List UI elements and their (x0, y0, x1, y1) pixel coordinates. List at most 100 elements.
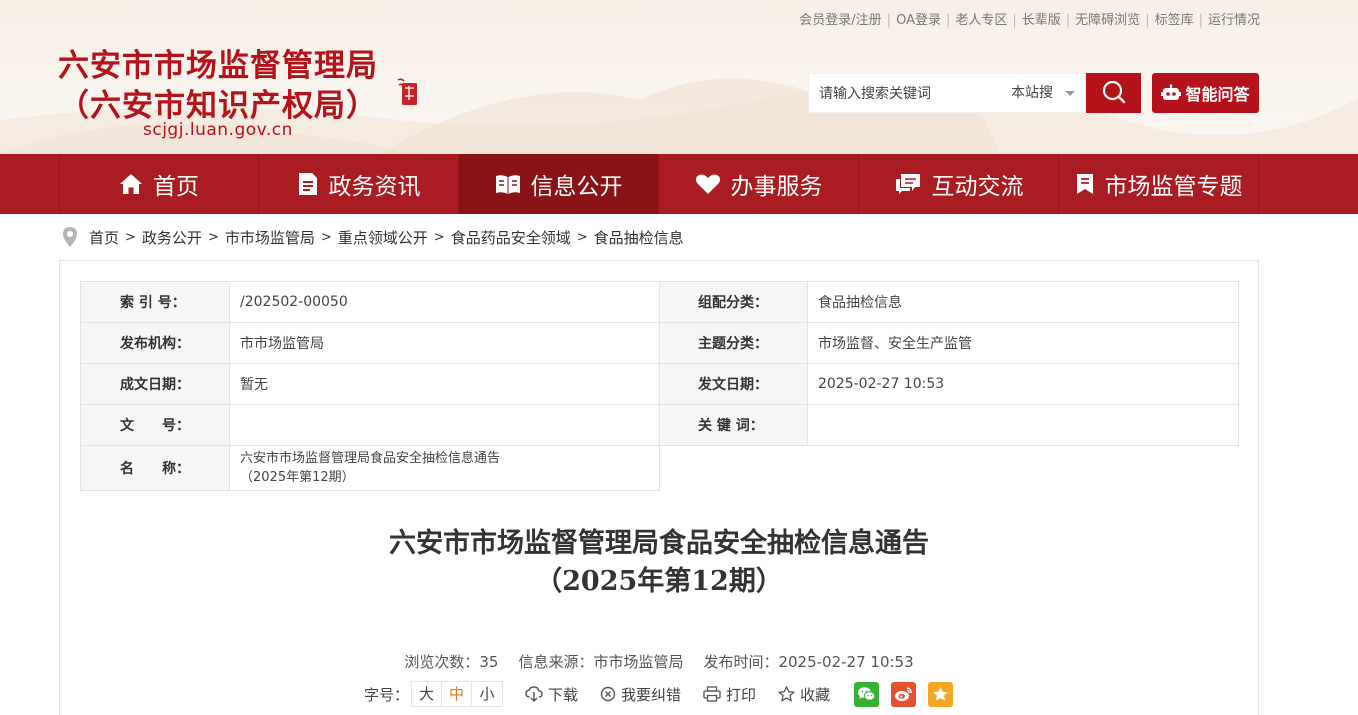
breadcrumb-key-areas[interactable]: 重点领域公开 (338, 227, 428, 248)
breadcrumb: 首页 > 政务公开 > 市市场监管局 > 重点领域公开 > 食品药品安全领域 >… (62, 226, 684, 248)
font-size-large-button[interactable]: 大 (412, 682, 443, 706)
share-weibo-button[interactable] (891, 681, 917, 707)
nav-item-home[interactable]: 首页 (59, 154, 259, 214)
font-size-medium-button[interactable]: 中 (442, 682, 473, 706)
nav-label: 政务资讯 (328, 174, 421, 200)
site-domain: scjgj.luan.gov.cn (143, 120, 293, 140)
article-title-line1: 六安市市场监督管理局食品安全抽检信息通告 (389, 528, 929, 559)
error-circle-icon (600, 686, 616, 702)
document-number-value (229, 404, 660, 446)
font-size-small-button[interactable]: 小 (472, 682, 502, 706)
created-date-value: 暂无 (229, 363, 660, 405)
document-name-value: 六安市市场监督管理局食品安全抽检信息通告 （2025年第12期） (229, 445, 660, 491)
heart-icon (695, 174, 720, 194)
star-icon (933, 687, 948, 701)
search-box: 本站搜 (808, 73, 1086, 113)
document-name-label: 名 称： (80, 445, 230, 491)
share-favorite-button[interactable] (928, 681, 954, 707)
keywords-label: 关 键 词： (659, 404, 808, 446)
view-count: 浏览次数：35 (404, 653, 499, 671)
font-size-selector: 大 中 小 (411, 681, 504, 707)
nav-item-market-topics[interactable]: 市场监管专题 (1059, 154, 1259, 214)
operation-status-link[interactable]: 运行情况 (1208, 13, 1260, 28)
nav-item-interaction[interactable]: 互动交流 (859, 154, 1059, 214)
search-input[interactable] (809, 74, 999, 112)
elder-zone-link[interactable]: 老人专区 (955, 13, 1007, 28)
article-title-line2: （2025年第12期） (535, 566, 783, 597)
search-button[interactable] (1086, 73, 1141, 113)
breadcrumb-separator: > (433, 229, 445, 245)
favorite-label: 收藏 (800, 685, 831, 704)
created-date-label: 成文日期： (80, 363, 230, 405)
index-number-label: 索 引 号： (80, 281, 230, 323)
star-icon (778, 686, 796, 702)
document-metadata-table: 索 引 号： /202502-00050 组配分类： 食品抽检信息 发布机构： … (80, 281, 1239, 491)
chat-icon (895, 174, 920, 194)
nav-item-info-disclosure[interactable]: 信息公开 (459, 154, 659, 214)
favorite-button[interactable]: 收藏 (778, 684, 830, 705)
category-label: 组配分类： (659, 281, 808, 323)
robot-icon (1161, 84, 1182, 100)
home-icon (120, 174, 142, 194)
index-number-value: /202502-00050 (229, 281, 660, 323)
news-icon (298, 173, 317, 195)
share-wechat-button[interactable] (854, 681, 880, 707)
published-date-value: 2025-02-27 10:53 (807, 363, 1239, 405)
nav-item-services[interactable]: 办事服务 (659, 154, 859, 214)
breadcrumb-food-inspection[interactable]: 食品抽检信息 (594, 227, 684, 248)
info-source: 信息来源：市市场监管局 (518, 653, 684, 671)
breadcrumb-food-drug[interactable]: 食品药品安全领域 (451, 227, 571, 248)
search-scope-select[interactable]: 本站搜 (1011, 74, 1053, 112)
seal-stamp-icon (397, 78, 417, 105)
breadcrumb-separator: > (320, 229, 332, 245)
bookmark-icon (1076, 174, 1093, 194)
cloud-download-icon (525, 686, 543, 702)
site-title-line1[interactable]: 六安市市场监督管理局 (58, 40, 378, 85)
breadcrumb-home[interactable]: 首页 (89, 227, 119, 248)
publisher-value: 市市场监管局 (229, 322, 660, 364)
open-book-icon (495, 175, 520, 194)
nav-label: 互动交流 (931, 174, 1024, 200)
publisher-label: 发布机构： (80, 322, 230, 364)
oa-login-link[interactable]: OA登录 (896, 13, 941, 28)
chevron-down-icon[interactable] (1065, 91, 1075, 96)
main-nav: 首页 政务资讯 信息公开 办事服务 互动交流 市场监管专题 (0, 154, 1358, 214)
nav-label: 办事服务 (730, 174, 823, 200)
tag-library-link[interactable]: 标签库 (1155, 13, 1194, 28)
topic-value: 市场监督、安全生产监管 (807, 322, 1239, 364)
download-button[interactable]: 下载 (525, 684, 578, 705)
top-links: 会员登录/注册 | OA登录 | 老人专区 | 长辈版 | 无障碍浏览 | 标签库 | 运行情况 (799, 13, 1260, 28)
document-name-line2: （2025年第12期） (240, 470, 355, 485)
accessibility-link[interactable]: 无障碍浏览 (1075, 13, 1140, 28)
nav-item-news[interactable]: 政务资讯 (259, 154, 459, 214)
report-error-label: 我要纠错 (621, 685, 682, 704)
category-value: 食品抽检信息 (807, 281, 1239, 323)
font-size-label: 字号： (364, 685, 410, 704)
search-icon (1102, 80, 1125, 103)
location-pin-icon (63, 227, 77, 247)
printer-icon (703, 686, 721, 702)
print-button[interactable]: 打印 (703, 684, 756, 705)
download-label: 下载 (548, 685, 579, 704)
elder-version-link[interactable]: 长辈版 (1022, 13, 1061, 28)
breadcrumb-separator: > (207, 229, 219, 245)
breadcrumb-bureau[interactable]: 市市场监管局 (225, 227, 315, 248)
breadcrumb-separator: > (125, 229, 136, 245)
topic-label: 主题分类： (659, 322, 808, 364)
site-title-line2[interactable]: （六安市知识产权局） (58, 80, 378, 125)
document-number-label: 文 号： (80, 404, 230, 446)
article-toolbar: 字号： 大 中 小 下载 我要纠错 打印 收藏 (364, 681, 954, 707)
nav-label: 信息公开 (530, 174, 623, 200)
ai-assistant-button[interactable]: 智能问答 (1152, 73, 1259, 113)
ai-assistant-label: 智能问答 (1185, 85, 1250, 104)
member-login-link[interactable]: 会员登录/注册 (799, 13, 881, 28)
breadcrumb-separator: > (576, 229, 588, 245)
report-error-button[interactable]: 我要纠错 (600, 684, 681, 705)
print-label: 打印 (726, 685, 757, 704)
site-header: 会员登录/注册 | OA登录 | 老人专区 | 长辈版 | 无障碍浏览 | 标签库 | 运行情况 六安市… (0, 0, 1358, 154)
publish-time: 发布时间：2025-02-27 10:53 (703, 653, 914, 671)
keywords-value (807, 404, 1239, 446)
published-date-label: 发文日期： (659, 363, 808, 405)
breadcrumb-gov-affairs[interactable]: 政务公开 (142, 227, 202, 248)
article-title: 六安市市场监督管理局食品安全抽检信息通告 （2025年第12期） (59, 525, 1259, 601)
